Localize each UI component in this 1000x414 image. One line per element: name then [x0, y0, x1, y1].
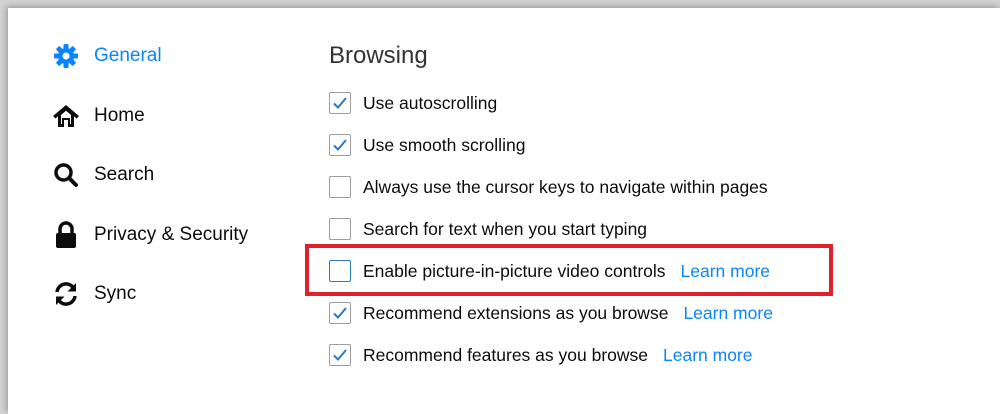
- home-icon: [52, 102, 80, 130]
- search-icon: [52, 161, 80, 189]
- sync-icon: [52, 280, 80, 308]
- sidebar: General Home Search Privacy & Security S…: [8, 8, 308, 414]
- cursor-keys-checkbox[interactable]: [329, 176, 351, 198]
- sidebar-item-general[interactable]: General: [52, 40, 162, 72]
- sidebar-item-home[interactable]: Home: [52, 100, 145, 132]
- sidebar-item-label: Sync: [94, 283, 137, 304]
- option-autoscrolling: Use autoscrolling: [329, 90, 497, 116]
- option-label: Use smooth scrolling: [363, 134, 526, 155]
- recommend-features-checkbox[interactable]: [329, 344, 351, 366]
- autoscrolling-checkbox[interactable]: [329, 92, 351, 114]
- gear-icon: [52, 42, 80, 70]
- option-label: Recommend extensions as you browse: [363, 302, 669, 323]
- checkmark-icon: [333, 349, 347, 361]
- option-label: Use autoscrolling: [363, 92, 498, 113]
- lock-icon: [52, 221, 80, 249]
- learn-more-link[interactable]: Learn more: [663, 345, 753, 366]
- option-cursor-keys: Always use the cursor keys to navigate w…: [329, 174, 768, 200]
- section-title-browsing: Browsing: [329, 42, 428, 69]
- preferences-window: General Home Search Privacy & Security S…: [8, 8, 1000, 414]
- checkmark-icon: [333, 139, 347, 151]
- option-label: Recommend features as you browse: [363, 344, 648, 365]
- search-typing-checkbox[interactable]: [329, 218, 351, 240]
- option-recommend-extensions: Recommend extensions as you browse Learn…: [329, 300, 773, 326]
- option-label: Always use the cursor keys to navigate w…: [363, 176, 768, 197]
- smooth-scrolling-checkbox[interactable]: [329, 134, 351, 156]
- sidebar-item-privacy[interactable]: Privacy & Security: [52, 219, 248, 251]
- sidebar-item-label: Search: [94, 164, 155, 185]
- sidebar-item-sync[interactable]: Sync: [52, 278, 136, 310]
- option-search-typing: Search for text when you start typing: [329, 216, 647, 242]
- sidebar-item-label: Privacy & Security: [94, 224, 249, 245]
- sidebar-item-search[interactable]: Search: [52, 159, 154, 191]
- recommend-extensions-checkbox[interactable]: [329, 302, 351, 324]
- checkmark-icon: [333, 307, 347, 319]
- learn-more-link[interactable]: Learn more: [683, 303, 773, 324]
- option-recommend-features: Recommend features as you browse Learn m…: [329, 342, 753, 368]
- sidebar-item-label: Home: [94, 105, 145, 126]
- option-label: Search for text when you start typing: [363, 218, 648, 239]
- checkmark-icon: [333, 97, 347, 109]
- highlight-box: [305, 244, 833, 296]
- option-smooth-scrolling: Use smooth scrolling: [329, 132, 525, 158]
- sidebar-item-label: General: [94, 45, 162, 66]
